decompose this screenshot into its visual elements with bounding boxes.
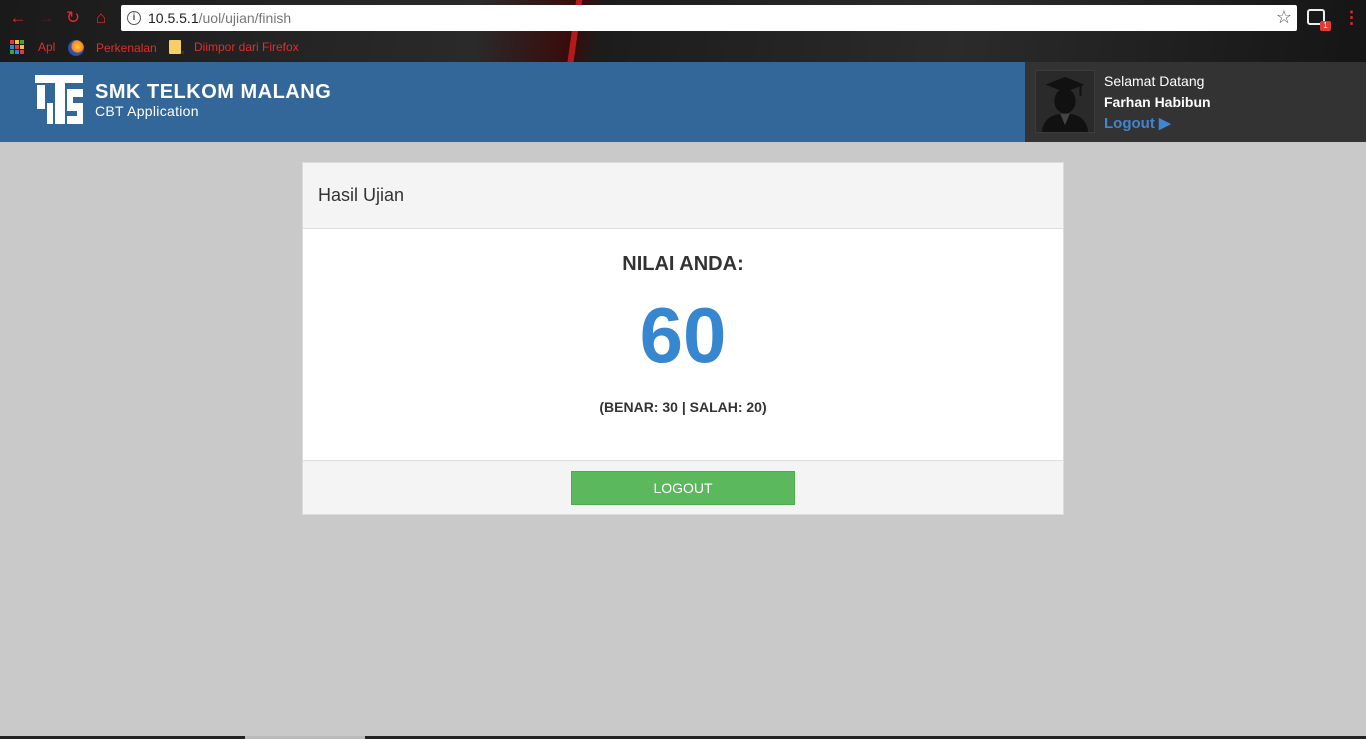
- bookmark-label: Diimpor dari Firefox: [194, 40, 299, 54]
- score-label: NILAI ANDA:: [622, 253, 744, 275]
- back-icon[interactable]: ←: [8, 8, 28, 28]
- telkom-logo-icon: [35, 75, 83, 124]
- card-footer: LOGOUT: [303, 460, 1063, 514]
- reload-icon[interactable]: ↻: [63, 8, 83, 28]
- bookmark-label: Apl: [38, 40, 56, 54]
- info-icon[interactable]: i: [127, 11, 141, 25]
- logout-button[interactable]: LOGOUT: [571, 471, 795, 505]
- bookmark-star-icon[interactable]: ☆: [1276, 7, 1292, 28]
- menu-kebab-icon[interactable]: ⋮: [1343, 8, 1360, 28]
- address-bar[interactable]: i 10.5.5.1/uol/ujian/finish ☆: [121, 5, 1297, 31]
- apps-grid-icon: [10, 40, 24, 54]
- home-icon[interactable]: ⌂: [91, 8, 111, 28]
- score-detail: (BENAR: 30 | SALAH: 20): [599, 399, 767, 415]
- url-text[interactable]: 10.5.5.1/uol/ujian/finish: [148, 10, 291, 26]
- folder-icon: [169, 40, 184, 54]
- result-card: Hasil Ujian NILAI ANDA: 60 (BENAR: 30 | …: [302, 162, 1064, 515]
- bookmark-folder-firefox[interactable]: Diimpor dari Firefox: [169, 40, 299, 54]
- browser-chrome: ← → ↻ ⌂ i 10.5.5.1/uol/ujian/finish ☆ 1 …: [0, 0, 1366, 62]
- graduate-avatar-icon: [1035, 70, 1095, 133]
- header-logout-link[interactable]: Logout ▶: [1104, 114, 1171, 132]
- url-path: /uol/ujian/finish: [198, 10, 292, 26]
- user-name: Farhan Habibun: [1104, 94, 1211, 110]
- brand: SMK TELKOM MALANG CBT Application: [95, 81, 331, 119]
- url-host: 10.5.5.1: [148, 10, 199, 26]
- card-title: Hasil Ujian: [318, 185, 405, 205]
- school-name: SMK TELKOM MALANG: [95, 81, 332, 103]
- card-header: Hasil Ujian: [303, 163, 1063, 229]
- app-header: SMK TELKOM MALANG CBT Application Selama…: [0, 62, 1366, 142]
- extension-badge: 1: [1320, 21, 1331, 31]
- bookmark-apps[interactable]: Apl: [10, 40, 55, 54]
- score-value: 60: [639, 291, 727, 379]
- app-name: CBT Application: [95, 103, 199, 119]
- bookmark-perkenalan[interactable]: Perkenalan: [68, 40, 157, 56]
- firefox-icon: [68, 40, 84, 56]
- user-panel: Selamat Datang Farhan Habibun Logout ▶: [1025, 62, 1366, 142]
- extension-icon[interactable]: 1: [1307, 9, 1331, 31]
- forward-icon[interactable]: →: [36, 8, 56, 28]
- bookmark-label: Perkenalan: [96, 41, 157, 55]
- welcome-text: Selamat Datang: [1104, 73, 1205, 89]
